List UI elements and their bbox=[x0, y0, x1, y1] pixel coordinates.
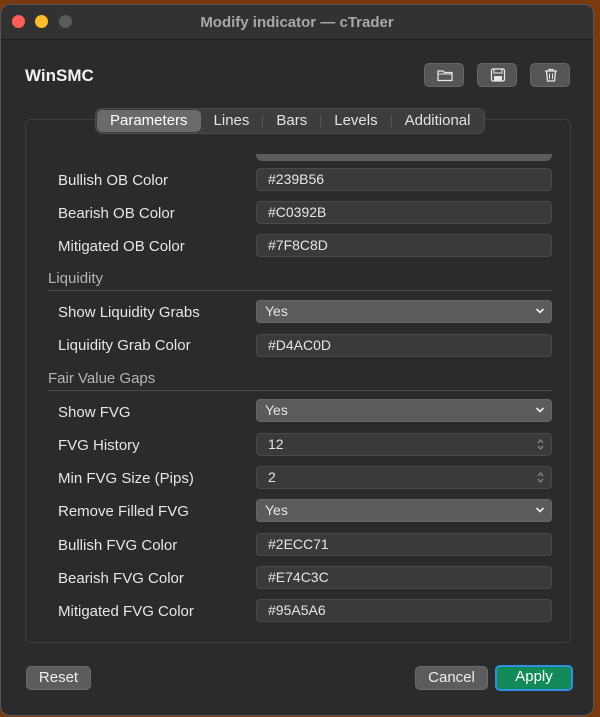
apply-button[interactable]: Apply bbox=[495, 665, 573, 691]
window-title: Modify indicator — cTrader bbox=[200, 14, 394, 31]
section-fair-value-gaps: Fair Value Gaps bbox=[48, 370, 156, 387]
chevron-down-icon bbox=[535, 507, 545, 513]
trash-icon bbox=[545, 68, 557, 82]
bullish-fvg-color-label: Bullish FVG Color bbox=[58, 537, 178, 554]
bearish-ob-color-label: Bearish OB Color bbox=[58, 205, 175, 222]
section-liquidity: Liquidity bbox=[48, 270, 104, 287]
tab-lines[interactable]: Lines bbox=[201, 110, 263, 132]
bearish-ob-color-field[interactable]: #C0392B bbox=[256, 201, 552, 224]
tab-levels[interactable]: Levels bbox=[321, 110, 390, 132]
delete-template-button[interactable] bbox=[530, 63, 570, 87]
bearish-fvg-color-field[interactable]: #E74C3C bbox=[256, 566, 552, 589]
tab-bars[interactable]: Bars bbox=[263, 110, 320, 132]
mitigated-fvg-color-field[interactable]: #95A5A6 bbox=[256, 599, 552, 622]
tab-bar: Parameters Lines Bars Levels Additional bbox=[95, 108, 486, 134]
fvg-history-value: 12 bbox=[268, 436, 284, 452]
show-liquidity-grabs-select[interactable]: Yes bbox=[256, 300, 552, 323]
chevron-down-icon bbox=[535, 308, 545, 314]
remove-filled-fvg-select[interactable]: Yes bbox=[256, 499, 552, 522]
indicator-name: WinSMC bbox=[25, 66, 94, 85]
fvg-history-label: FVG History bbox=[58, 437, 140, 454]
min-fvg-size-value: 2 bbox=[268, 469, 276, 485]
remove-filled-fvg-value: Yes bbox=[265, 502, 288, 518]
show-fvg-value: Yes bbox=[265, 402, 288, 418]
stepper-arrows-icon[interactable] bbox=[536, 470, 545, 485]
reset-button[interactable]: Reset bbox=[26, 666, 91, 690]
show-fvg-label: Show FVG bbox=[58, 404, 131, 421]
section-divider bbox=[48, 390, 552, 391]
mitigated-ob-color-label: Mitigated OB Color bbox=[58, 238, 185, 255]
title-bar[interactable]: Modify indicator — cTrader bbox=[1, 5, 593, 40]
tab-additional[interactable]: Additional bbox=[392, 110, 484, 132]
show-liquidity-grabs-label: Show Liquidity Grabs bbox=[58, 304, 200, 321]
liquidity-grab-color-field[interactable]: #D4AC0D bbox=[256, 334, 552, 357]
mitigated-fvg-color-label: Mitigated FVG Color bbox=[58, 603, 194, 620]
section-divider bbox=[48, 290, 552, 291]
open-template-button[interactable] bbox=[424, 63, 464, 87]
modify-indicator-window: Modify indicator — cTrader WinSMC Parame… bbox=[0, 4, 594, 716]
mitigated-ob-color-field[interactable]: #7F8C8D bbox=[256, 234, 552, 257]
save-icon bbox=[490, 68, 506, 82]
show-fvg-select[interactable]: Yes bbox=[256, 399, 552, 422]
cancel-button[interactable]: Cancel bbox=[415, 666, 488, 690]
bullish-fvg-color-field[interactable]: #2ECC71 bbox=[256, 533, 552, 556]
folder-icon bbox=[437, 70, 453, 82]
remove-filled-fvg-label: Remove Filled FVG bbox=[58, 503, 189, 520]
chevron-down-icon bbox=[535, 407, 545, 413]
tab-parameters[interactable]: Parameters bbox=[97, 110, 201, 132]
stepper-arrows-icon[interactable] bbox=[536, 437, 545, 452]
previous-field-edge[interactable] bbox=[256, 154, 552, 161]
bullish-ob-color-field[interactable]: #239B56 bbox=[256, 168, 552, 191]
show-liquidity-grabs-value: Yes bbox=[265, 303, 288, 319]
liquidity-grab-color-label: Liquidity Grab Color bbox=[58, 337, 191, 354]
fvg-history-stepper[interactable]: 12 bbox=[256, 433, 552, 456]
min-fvg-size-stepper[interactable]: 2 bbox=[256, 466, 552, 489]
save-template-button[interactable] bbox=[477, 63, 517, 87]
bullish-ob-color-label: Bullish OB Color bbox=[58, 172, 169, 189]
min-fvg-size-label: Min FVG Size (Pips) bbox=[58, 470, 194, 487]
bearish-fvg-color-label: Bearish FVG Color bbox=[58, 570, 184, 587]
